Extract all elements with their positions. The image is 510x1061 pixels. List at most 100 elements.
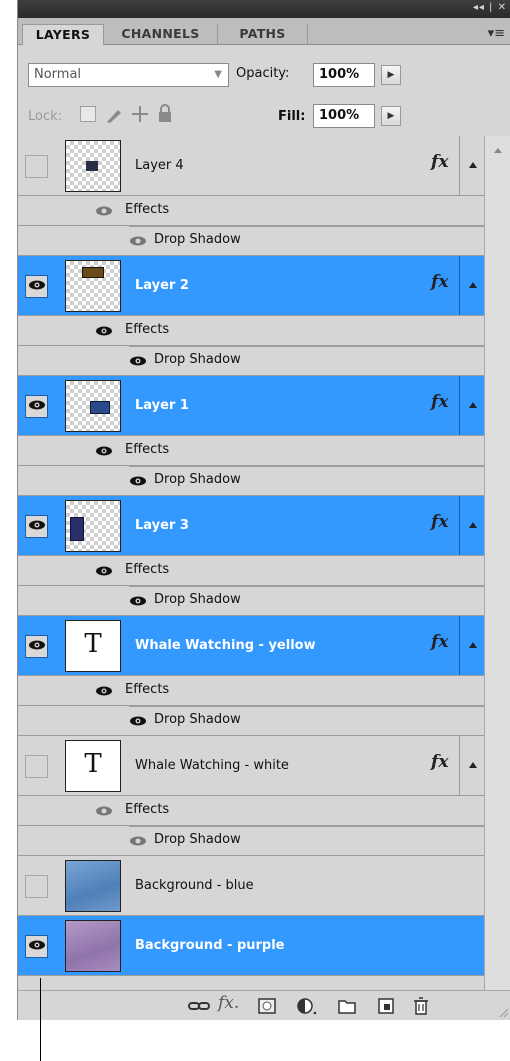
add-mask-icon[interactable] (256, 996, 278, 1016)
expand-effects-icon[interactable] (469, 522, 477, 528)
eye-icon[interactable] (129, 716, 147, 726)
effect-row[interactable]: Drop Shadow (18, 226, 484, 256)
tab-paths[interactable]: PATHS (218, 24, 308, 44)
layer-row[interactable]: Layer 1 fx (18, 376, 484, 436)
visibility-toggle[interactable] (25, 155, 48, 178)
visibility-toggle[interactable] (25, 275, 48, 298)
eye-icon[interactable] (129, 476, 147, 486)
opacity-slider-toggle[interactable]: ▶ (381, 65, 401, 85)
effects-row[interactable]: Effects (18, 796, 484, 826)
fill-slider-toggle[interactable]: ▶ (381, 106, 401, 126)
layer-thumbnail (65, 920, 121, 972)
eye-icon[interactable] (95, 206, 113, 216)
eye-icon[interactable] (129, 596, 147, 606)
visibility-toggle[interactable] (25, 935, 48, 958)
effect-label: Drop Shadow (154, 232, 241, 247)
fx-icon[interactable]: fx (431, 632, 448, 652)
lock-position-icon[interactable] (130, 104, 150, 124)
effect-row[interactable]: Drop Shadow (18, 466, 484, 496)
visibility-toggle[interactable] (25, 515, 48, 538)
effect-row[interactable]: Drop Shadow (18, 586, 484, 616)
effects-row[interactable]: Effects (18, 436, 484, 466)
tab-channels[interactable]: CHANNELS (104, 24, 218, 44)
blend-mode-select[interactable]: Normal ▼ (28, 63, 229, 87)
callout-line (40, 978, 41, 1061)
eye-icon[interactable] (95, 806, 113, 816)
effect-row[interactable]: Drop Shadow (18, 346, 484, 376)
effect-label: Drop Shadow (154, 712, 241, 727)
effects-row[interactable]: Effects (18, 676, 484, 706)
eye-icon (29, 640, 45, 650)
panel-menu-icon[interactable]: ▾≡ (488, 26, 505, 41)
expand-effects-icon[interactable] (469, 282, 477, 288)
effects-label: Effects (125, 562, 170, 577)
effects-label: Effects (125, 322, 170, 337)
fill-field[interactable]: 100% (313, 104, 375, 128)
visibility-toggle[interactable] (25, 395, 48, 418)
eye-icon[interactable] (129, 836, 147, 846)
scroll-up-icon[interactable] (494, 148, 502, 153)
lock-image-icon[interactable] (104, 104, 126, 124)
layer-name[interactable]: Layer 2 (135, 278, 189, 293)
lock-transparent-icon[interactable] (80, 106, 96, 122)
new-layer-icon[interactable] (375, 996, 397, 1016)
eye-icon (29, 940, 45, 950)
layer-row[interactable]: Background - purple (18, 916, 484, 976)
effects-row[interactable]: Effects (18, 196, 484, 226)
layers-panel: ◂◂ | ✕ LAYERS CHANNELS PATHS ▾≡ Normal ▼… (17, 0, 510, 1020)
expand-effects-icon[interactable] (469, 642, 477, 648)
opacity-label: Opacity: (236, 66, 290, 81)
layer-name[interactable]: Whale Watching - white (135, 758, 289, 773)
effects-row[interactable]: Effects (18, 556, 484, 586)
fx-icon[interactable]: fx (431, 272, 448, 292)
layer-list-scrollbar[interactable] (484, 136, 510, 1020)
text-layer-thumbnail: T (65, 620, 121, 672)
layer-name[interactable]: Whale Watching - yellow (135, 638, 316, 653)
expand-effects-icon[interactable] (469, 162, 477, 168)
expand-effects-icon[interactable] (469, 402, 477, 408)
eye-icon[interactable] (95, 566, 113, 576)
eye-icon[interactable] (95, 326, 113, 336)
add-style-icon[interactable]: fx. (218, 993, 240, 1013)
fx-icon[interactable]: fx (431, 152, 448, 172)
layer-name[interactable]: Background - blue (135, 878, 254, 893)
fx-icon[interactable]: fx (431, 752, 448, 772)
layer-row[interactable]: Layer 3 fx (18, 496, 484, 556)
new-group-icon[interactable] (336, 996, 358, 1016)
fx-icon[interactable]: fx (431, 392, 448, 412)
layer-row[interactable]: Background - blue (18, 856, 484, 916)
adjustment-layer-icon[interactable] (296, 996, 318, 1016)
text-layer-thumbnail: T (65, 740, 121, 792)
layer-row[interactable]: Layer 2 fx (18, 256, 484, 316)
visibility-toggle[interactable] (25, 635, 48, 658)
link-layers-icon[interactable] (188, 996, 210, 1016)
layers-toolbar: fx. (18, 990, 510, 1020)
layer-name[interactable]: Layer 3 (135, 518, 189, 533)
effect-row[interactable]: Drop Shadow (18, 826, 484, 856)
layer-name[interactable]: Layer 4 (135, 158, 184, 173)
layer-name[interactable]: Background - purple (135, 938, 285, 953)
fx-icon[interactable]: fx (431, 512, 448, 532)
collapse-close-controls[interactable]: ◂◂ | ✕ (473, 2, 507, 13)
lock-all-icon[interactable] (156, 104, 174, 124)
eye-icon[interactable] (129, 356, 147, 366)
effects-label: Effects (125, 442, 170, 457)
layer-row[interactable]: T Whale Watching - yellow fx (18, 616, 484, 676)
effects-label: Effects (125, 802, 170, 817)
eye-icon[interactable] (95, 686, 113, 696)
delete-layer-icon[interactable] (410, 996, 432, 1016)
visibility-toggle[interactable] (25, 875, 48, 898)
resize-grip-icon[interactable] (497, 1006, 509, 1018)
visibility-toggle[interactable] (25, 755, 48, 778)
tab-layers[interactable]: LAYERS (22, 24, 104, 45)
opacity-field[interactable]: 100% (313, 63, 375, 87)
layer-name[interactable]: Layer 1 (135, 398, 189, 413)
layer-row[interactable]: Layer 4 fx (18, 136, 484, 196)
eye-icon[interactable] (95, 446, 113, 456)
expand-effects-icon[interactable] (469, 762, 477, 768)
effect-row[interactable]: Drop Shadow (18, 706, 484, 736)
chevron-down-icon: ▼ (214, 69, 222, 80)
eye-icon[interactable] (129, 236, 147, 246)
layer-row[interactable]: T Whale Watching - white fx (18, 736, 484, 796)
effects-row[interactable]: Effects (18, 316, 484, 346)
